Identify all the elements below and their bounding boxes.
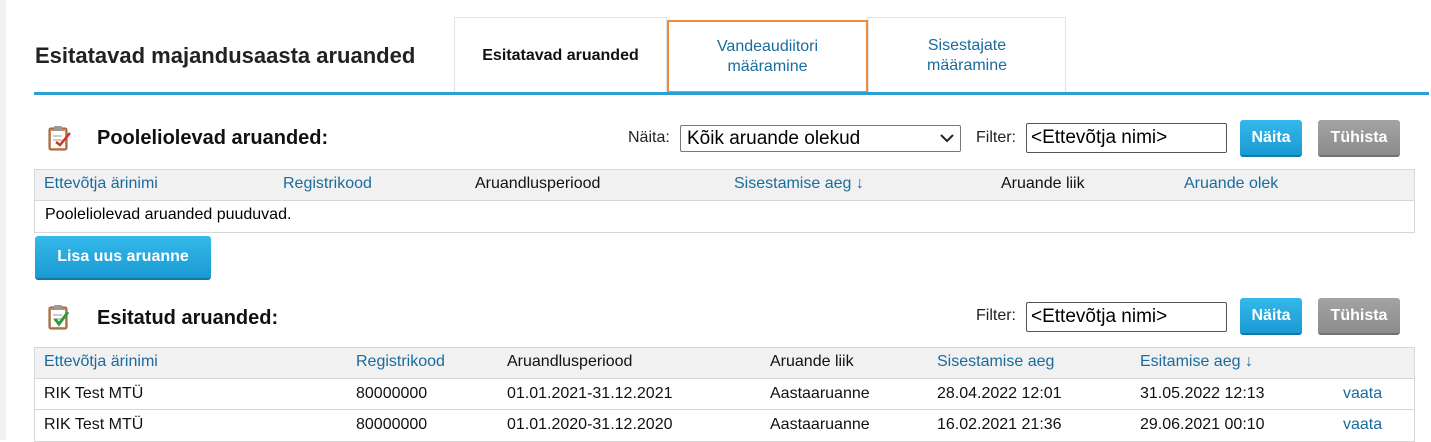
pending-filter-input[interactable]: <Ettevõtja nimi> [1026,123,1227,153]
col-submit-time[interactable]: Esitamise aeg ↓ [1140,353,1253,371]
cell-reg-code: 80000000 [356,416,428,433]
col-period: Aruandlusperiood [475,175,601,192]
table-header: Ettevõtja ärinimi Registrikood Aruandlus… [35,170,1414,201]
cell-submit-time: 29.06.2021 00:10 [1140,416,1265,433]
col-company-name[interactable]: Ettevõtja ärinimi [44,175,158,193]
table-header: Ettevõtja ärinimi Registrikood Aruandlus… [35,348,1414,379]
tab-esitatavad-aruanded[interactable]: Esitatavad aruanded [454,17,667,93]
filter-label: Filter: [976,307,1016,324]
cell-submit-time: 31.05.2022 12:13 [1140,385,1265,402]
chevron-down-icon [940,127,954,143]
table-row: RIK Test MTÜ 80000000 01.01.2021-31.12.2… [35,379,1414,410]
view-link[interactable]: vaata [1343,385,1382,403]
tab-bar: Esitatavad aruanded Vandeaudiitori määra… [454,17,1066,93]
cell-type: Aastaaruanne [770,385,870,402]
submitted-section-title: Esitatud aruanded: [97,307,279,329]
pending-section-title: Pooleliolevad aruanded: [97,127,329,149]
status-select-value: Kõik aruande olekud [687,128,861,149]
tab-label-line1: Sisestajate [927,36,1007,54]
empty-message: Pooleliolevad aruanded puuduvad. [45,206,292,223]
clipboard-check-icon [46,303,72,331]
col-reg-code[interactable]: Registrikood [283,175,372,193]
status-select[interactable]: Kõik aruande olekud [680,125,961,152]
show-label: Näita: [628,129,670,146]
col-period: Aruandlusperiood [507,353,633,370]
tab-sisestajate-maaramine[interactable]: Sisestajate määramine [868,17,1066,93]
pending-reports-table: Ettevõtja ärinimi Registrikood Aruandlus… [34,169,1415,233]
cell-entry-time: 28.04.2022 12:01 [937,385,1062,402]
col-reg-code[interactable]: Registrikood [356,353,445,371]
col-entry-time[interactable]: Sisestamise aeg ↓ [734,175,864,193]
pending-clear-button[interactable]: Tühista [1318,120,1400,157]
cell-company: RIK Test MTÜ [44,385,144,402]
tab-label: Esitatavad aruanded [482,46,639,64]
cell-type: Aastaaruanne [770,416,870,433]
submitted-clear-button[interactable]: Tühista [1318,298,1400,335]
col-report-type: Aruande liik [1001,175,1085,192]
col-report-status[interactable]: Aruande olek [1184,175,1278,193]
page-title: Esitatavad majandusaasta aruanded [35,43,416,68]
submitted-filter-input[interactable]: <Ettevõtja nimi> [1026,302,1227,332]
pending-show-button[interactable]: Näita [1240,120,1302,157]
add-report-button[interactable]: Lisa uus aruanne [35,236,211,280]
table-row: RIK Test MTÜ 80000000 01.01.2020-31.12.2… [35,410,1414,441]
tab-label-line2: määramine [727,57,808,75]
col-report-type: Aruande liik [770,353,854,370]
cell-entry-time: 16.02.2021 21:36 [937,416,1062,433]
tab-vandeaudiitori-maaramine[interactable]: Vandeaudiitori määramine [667,20,868,93]
filter-label: Filter: [976,129,1016,146]
clipboard-pending-icon [46,124,72,152]
left-edge-strip [0,0,6,440]
col-entry-time[interactable]: Sisestamise aeg [937,353,1054,371]
cell-period: 01.01.2020-31.12.2020 [507,416,673,433]
tab-label-line2: määramine [926,56,1008,74]
cell-reg-code: 80000000 [356,385,428,402]
view-link[interactable]: vaata [1343,416,1382,434]
submitted-show-button[interactable]: Näita [1240,298,1302,335]
submitted-reports-table: Ettevõtja ärinimi Registrikood Aruandlus… [34,347,1415,442]
header-divider [34,92,1429,95]
tab-label-line1: Vandeaudiitori [716,37,819,55]
col-company-name[interactable]: Ettevõtja ärinimi [44,353,158,371]
cell-period: 01.01.2021-31.12.2021 [507,385,673,402]
cell-company: RIK Test MTÜ [44,416,144,433]
